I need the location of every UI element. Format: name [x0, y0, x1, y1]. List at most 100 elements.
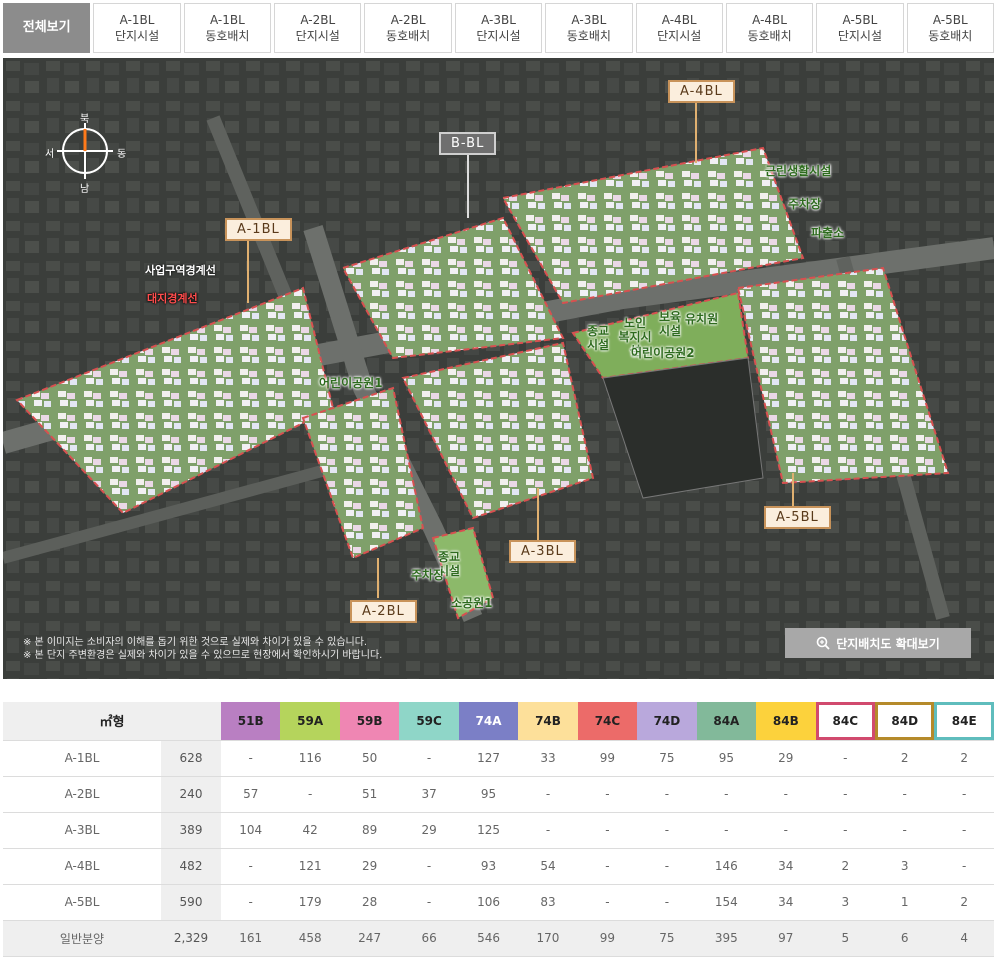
- type-col-74d: 74D: [637, 702, 697, 741]
- tab-a2-layout[interactable]: A-2BL 동호배치: [364, 3, 452, 53]
- retail-label: 근린생활시설: [765, 164, 832, 178]
- note-line: ※ 본 이미지는 소비자의 이해를 돕기 위한 것으로 실제와 차이가 있을 수…: [23, 637, 368, 648]
- unit-count-cell: -: [934, 812, 994, 849]
- unit-count-cell: 106: [458, 884, 519, 921]
- unit-count-cell: -: [637, 884, 697, 921]
- unit-count-cell: 3: [874, 848, 935, 885]
- unit-count-cell: 458: [280, 920, 340, 957]
- unit-count-cell: -: [518, 812, 578, 849]
- block-total-cell: 590: [161, 884, 221, 921]
- block-label-a4[interactable]: A-4BL: [668, 80, 735, 103]
- block-name-cell: A-5BL: [3, 884, 161, 921]
- unit-count-cell: 4: [934, 920, 994, 957]
- note-line: ※ 본 단지 주변환경은 실제와 차이가 있을 수 있으므로 현장에서 확인하시…: [23, 650, 383, 661]
- block-label-a5[interactable]: A-5BL: [764, 506, 831, 529]
- unit-count-cell: -: [577, 848, 638, 885]
- unit-count-cell: 179: [280, 884, 340, 921]
- unit-count-cell: 1: [874, 884, 935, 921]
- tab-a5-layout[interactable]: A-5BL 동호배치: [906, 3, 994, 53]
- kindergarten-label: 유치원: [685, 312, 719, 326]
- unit-count-cell: -: [874, 776, 935, 813]
- unit-count-cell: -: [756, 776, 816, 813]
- unit-count-cell: 6: [874, 920, 935, 957]
- type-col-74c: 74C: [577, 702, 638, 741]
- unit-count-cell: -: [221, 884, 281, 921]
- type-col-59a: 59A: [280, 702, 340, 741]
- table-row: A-4BL 482-121 29-93 54- -146 34 2 3-: [3, 848, 994, 885]
- unit-count-cell: 29: [756, 740, 816, 777]
- unit-count-cell: -: [815, 740, 875, 777]
- table-row: 일반분양 2,329 161 458 247 66 546 170 99 75 395 97 5 6 4: [3, 920, 994, 957]
- kids-park-1-label: 어린이공원1: [319, 376, 383, 390]
- kids-park-2-label: 어린이공원2: [631, 346, 695, 360]
- tab-a1-layout[interactable]: A-1BL 동호배치: [183, 3, 272, 53]
- block-total-cell: 389: [161, 812, 221, 849]
- table-row: A-1BL 628-116 50-127 33 99 75 95 29-2 2: [3, 740, 994, 777]
- unit-count-cell: 95: [458, 776, 519, 813]
- zoom-button-label: 단지배치도 확대보기: [836, 636, 940, 651]
- unit-count-cell: 127: [458, 740, 519, 777]
- type-col-84b: 84B: [756, 702, 816, 741]
- unit-count-cell: -: [756, 812, 816, 849]
- unit-count-cell: 28: [339, 884, 400, 921]
- map-notes: ※ 본 이미지는 소비자의 이해를 돕기 위한 것으로 실제와 차이가 있을 수…: [23, 636, 382, 662]
- tab-all[interactable]: 전체보기: [3, 3, 91, 53]
- unit-count-cell: 89: [339, 812, 400, 849]
- magnifier-icon: [816, 636, 830, 650]
- unit-count-cell: 104: [221, 812, 281, 849]
- type-header: ㎡형: [3, 702, 221, 741]
- tab-a3-layout[interactable]: A-3BL 동호배치: [545, 3, 633, 53]
- block-label-b[interactable]: B-BL: [439, 132, 497, 155]
- block-name-cell: A-1BL: [3, 740, 161, 777]
- unit-count-cell: 395: [696, 920, 757, 957]
- unit-count-cell: 121: [280, 848, 340, 885]
- table-body: A-1BL 628-116 50-127 33 99 75 95 29-2 2 A-2BL 240 5…: [3, 740, 994, 957]
- zoom-site-plan-button[interactable]: 단지배치도 확대보기: [785, 628, 971, 658]
- unit-count-cell: -: [637, 776, 697, 813]
- unit-count-cell: -: [221, 740, 281, 777]
- type-col-59b: 59B: [339, 702, 400, 741]
- unit-count-cell: -: [696, 776, 757, 813]
- block-label-a2[interactable]: A-2BL: [350, 600, 417, 623]
- unit-count-cell: -: [577, 776, 638, 813]
- unit-count-cell: 125: [458, 812, 519, 849]
- type-col-74b: 74B: [518, 702, 578, 741]
- unit-count-cell: 116: [280, 740, 340, 777]
- tab-a3-facilities[interactable]: A-3BL 단지시설: [454, 3, 543, 53]
- unit-count-cell: 99: [577, 740, 638, 777]
- unit-count-cell: 75: [637, 920, 697, 957]
- childcare-label: 보육 시설: [658, 310, 682, 338]
- tab-a1-facilities[interactable]: A-1BL 단지시설: [93, 3, 181, 53]
- unit-count-cell: -: [399, 740, 459, 777]
- tab-a5-facilities[interactable]: A-5BL 단지시설: [816, 3, 904, 53]
- type-col-51b: 51B: [221, 702, 281, 741]
- tab-a2-facilities[interactable]: A-2BL 단지시설: [274, 3, 362, 53]
- unit-count-cell: -: [815, 776, 875, 813]
- type-col-74a: 74A: [458, 702, 519, 741]
- tab-a4-layout[interactable]: A-4BL 동호배치: [725, 3, 814, 53]
- block-label-a1[interactable]: A-1BL: [225, 218, 292, 241]
- unit-count-cell: 75: [637, 740, 697, 777]
- unit-count-cell: 57: [221, 776, 281, 813]
- block-label-a3[interactable]: A-3BL: [509, 540, 576, 563]
- type-col-84c: 84C: [815, 702, 875, 741]
- unit-count-cell: 2: [934, 884, 994, 921]
- table-header-row: ㎡형 51B 59A 59B 59C 74A 74B 74C 74D 84A 84B 84C 84D 8…: [3, 702, 994, 741]
- compass-north: 북: [80, 114, 90, 125]
- unit-count-cell: 154: [696, 884, 757, 921]
- small-park-label: 소공원1: [451, 596, 493, 610]
- unit-count-cell: 29: [339, 848, 400, 885]
- unit-count-cell: -: [637, 848, 697, 885]
- compass-south: 남: [80, 184, 90, 195]
- unit-count-cell: 3: [815, 884, 875, 921]
- unit-count-cell: -: [280, 776, 340, 813]
- unit-count-cell: -: [874, 812, 935, 849]
- block-total-cell: 482: [161, 848, 221, 885]
- type-col-84e: 84E: [934, 702, 994, 741]
- tab-a4-facilities[interactable]: A-4BL 단지시설: [635, 3, 723, 53]
- block-name-cell: A-4BL: [3, 848, 161, 885]
- unit-count-cell: -: [815, 812, 875, 849]
- unit-count-cell: 146: [696, 848, 757, 885]
- type-col-59c: 59C: [399, 702, 459, 741]
- compass-east: 동: [117, 149, 127, 160]
